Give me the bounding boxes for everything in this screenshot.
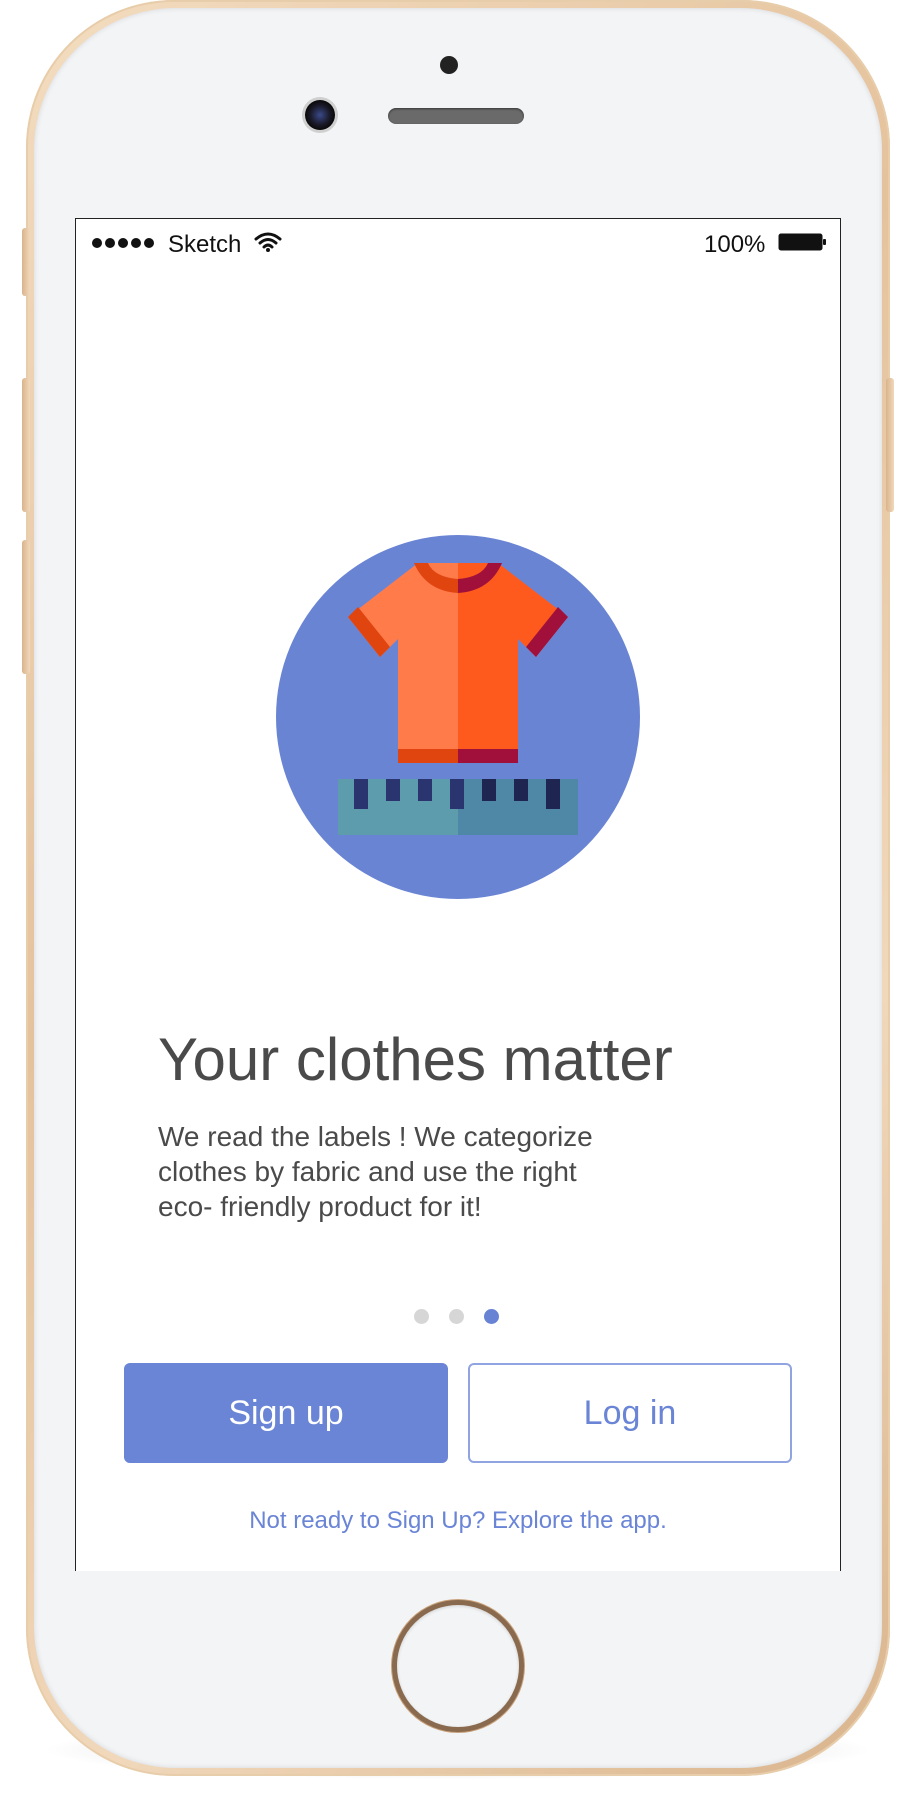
page-description: We read the labels ! We categorize cloth… xyxy=(158,1121,593,1222)
volume-down-button xyxy=(22,540,30,674)
stage: Sketch 100% Your clothes matter We read … xyxy=(0,0,916,1808)
camera-lens xyxy=(305,100,335,130)
carrier-name: Sketch xyxy=(168,231,242,258)
page-title: Your clothes matter xyxy=(158,1026,673,1093)
front-camera xyxy=(440,56,458,74)
battery-icon xyxy=(778,233,826,251)
wifi-icon xyxy=(254,232,282,252)
page-dot-2[interactable] xyxy=(449,1309,464,1324)
page-dot-1[interactable] xyxy=(414,1309,429,1324)
sign-up-button[interactable]: Sign up xyxy=(124,1363,448,1463)
log-in-button[interactable]: Log in xyxy=(468,1363,792,1463)
screen: Sketch 100% Your clothes matter We read … xyxy=(75,218,841,1571)
status-bar: Sketch 100% xyxy=(76,219,840,263)
explore-app-link[interactable]: Not ready to Sign Up? Explore the app. xyxy=(76,1507,840,1535)
mute-switch xyxy=(22,228,30,296)
page-indicator xyxy=(414,1309,499,1324)
earpiece-speaker xyxy=(388,108,524,124)
page-dot-3[interactable] xyxy=(484,1309,499,1324)
volume-up-button xyxy=(22,378,30,512)
power-button xyxy=(886,378,894,512)
signal-strength-icon xyxy=(92,238,154,248)
home-button[interactable] xyxy=(392,1600,524,1732)
t-shirt-ruler-illustration-icon xyxy=(276,535,640,899)
battery-percentage: 100% xyxy=(704,231,766,258)
